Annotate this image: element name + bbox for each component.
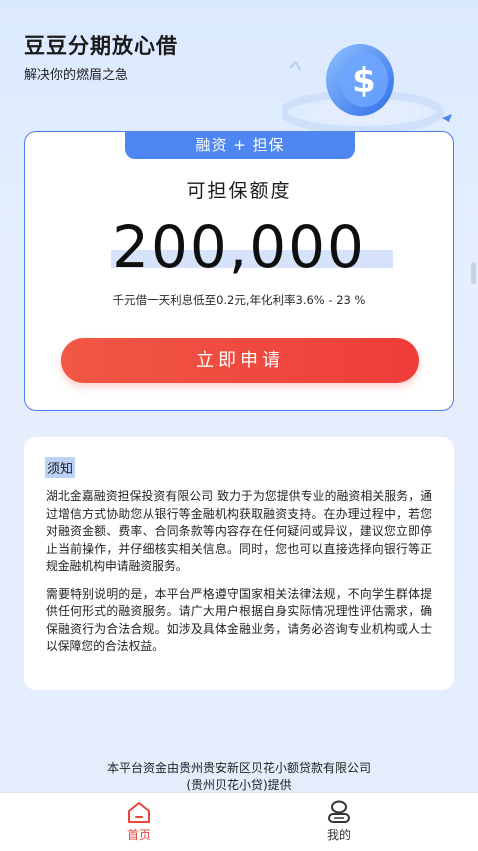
funding-disclosure-line: 本平台资金由贵州贵安新区贝花小额贷款有限公司 bbox=[106, 761, 371, 775]
credit-limit-label: 可担保额度 bbox=[186, 180, 292, 202]
funding-disclosure: 本平台资金由贵州贵安新区贝花小额贷款有限公司 (贵州贝花小贷)提供 bbox=[0, 760, 478, 794]
bottom-tab-bar: 首页 我的 bbox=[0, 792, 478, 851]
app-subtitle: 解决你的燃眉之急 bbox=[24, 68, 129, 83]
amount-wrapper: 200,000 bbox=[25, 212, 453, 282]
dollar-coin-icon: $ bbox=[282, 44, 452, 134]
notice-paragraph: 需要特别说明的是，本平台严格遵守国家相关法律法规，不向学生群体提供任何形式的融资… bbox=[46, 586, 432, 654]
tab-home-label: 首页 bbox=[126, 828, 151, 842]
home-icon bbox=[128, 802, 150, 823]
app-title: 豆豆分期放心借 bbox=[24, 34, 178, 58]
loan-card: 融资 + 担保 可担保额度 200,000 千元借一天利息低至0.2元,年化利率… bbox=[24, 131, 454, 411]
notice-paragraph: 湖北金嘉融资担保投资有限公司 致力于为您提供专业的融资相关服务，通过增信方式协助… bbox=[46, 489, 432, 573]
credit-amount: 200,000 bbox=[112, 213, 366, 281]
scroll-indicator[interactable] bbox=[471, 262, 476, 284]
user-icon bbox=[328, 800, 350, 823]
apply-now-button[interactable]: 立即申请 bbox=[61, 338, 419, 383]
card-tag: 融资 + 担保 bbox=[125, 131, 355, 159]
notice-panel: 须知 湖北金嘉融资担保投资有限公司 致力于为您提供专业的融资相关服务，通过增信方… bbox=[24, 437, 454, 690]
interest-rate-note: 千元借一天利息低至0.2元,年化利率3.6% - 23 % bbox=[112, 293, 366, 307]
tab-mine[interactable]: 我的 bbox=[279, 793, 399, 851]
header: 豆豆分期放心借 解决你的燃眉之急 bbox=[24, 30, 178, 83]
notice-title: 须知 bbox=[45, 457, 76, 478]
tab-home[interactable]: 首页 bbox=[79, 793, 199, 851]
svg-text:$: $ bbox=[352, 61, 376, 101]
tab-mine-label: 我的 bbox=[326, 828, 351, 842]
